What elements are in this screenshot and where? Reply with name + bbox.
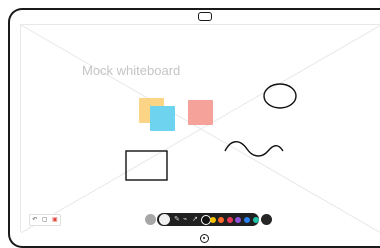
- color-swatch[interactable]: [235, 216, 242, 223]
- selector-icon[interactable]: ↗: [192, 216, 198, 223]
- ink-wave: [224, 141, 284, 157]
- trash-icon[interactable]: ▣: [52, 217, 58, 223]
- camera-icon: [198, 12, 212, 21]
- undo-icon[interactable]: ↶: [32, 217, 37, 223]
- whiteboard-canvas[interactable]: Mock whiteboard ↶ ▢ ▣ ✎ ⌁ ↗: [20, 24, 380, 233]
- color-swatch[interactable]: [209, 216, 216, 223]
- pen-icon[interactable]: [159, 214, 170, 225]
- left-toolbar: ↶ ▢ ▣: [29, 214, 61, 226]
- eraser-icon[interactable]: ✎: [174, 216, 180, 223]
- tool-bar: ✎ ⌁ ↗: [157, 213, 268, 226]
- marker-icon[interactable]: ⌁: [183, 216, 187, 223]
- share-icon[interactable]: [261, 214, 272, 225]
- color-swatch[interactable]: [218, 216, 225, 223]
- ink-ellipse: [263, 83, 297, 109]
- drawing-toolbar: ✎ ⌁ ↗: [145, 212, 272, 227]
- color-swatch[interactable]: [226, 216, 233, 223]
- layers-icon[interactable]: ▢: [42, 217, 48, 223]
- ink-rectangle: [125, 150, 168, 181]
- back-icon[interactable]: [145, 214, 156, 225]
- color-swatch[interactable]: [252, 216, 259, 223]
- ink-drawings: [125, 83, 297, 181]
- home-button[interactable]: [200, 234, 209, 243]
- color-swatch[interactable]: [244, 216, 250, 223]
